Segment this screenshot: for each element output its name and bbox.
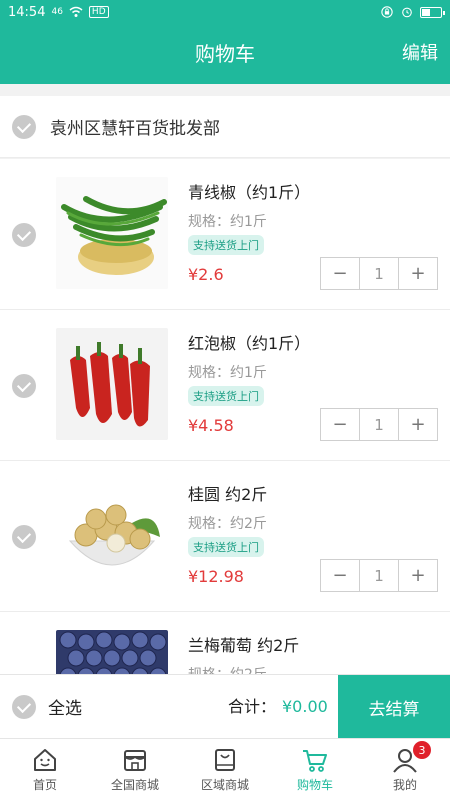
store-icon	[124, 750, 146, 771]
home-icon	[34, 749, 56, 771]
quantity-stepper: − 1 +	[320, 559, 438, 592]
product-image[interactable]	[56, 630, 168, 674]
shop-header: 袁州区慧轩百货批发部	[0, 96, 450, 158]
delivery-tag: 支持送货上门	[188, 386, 264, 406]
total-label: 合计：	[228, 697, 277, 716]
cart-list[interactable]: 青线椒（约1斤） 规格：约1斤 支持送货上门 ¥2.6 − 1 + 红泡椒（约1…	[0, 159, 450, 674]
item-select-checkbox[interactable]	[12, 374, 36, 398]
bottom-tab-bar: 首页 全国商城 区域商城 购物车 我的 3	[0, 738, 450, 800]
product-price: ¥12.98	[188, 567, 244, 586]
increase-button[interactable]: +	[399, 258, 437, 289]
tab-label: 我的	[392, 778, 417, 792]
delivery-tag: 支持送货上门	[188, 235, 264, 255]
tab-home[interactable]: 首页	[0, 739, 90, 800]
decrease-button[interactable]: −	[321, 560, 359, 591]
delivery-tag: 支持送货上门	[188, 537, 264, 557]
shop-name: 袁州区慧轩百货批发部	[50, 119, 220, 139]
cart-item: 兰梅葡萄 约2斤 规格：约2斤	[0, 612, 450, 674]
quantity-value[interactable]: 1	[359, 258, 399, 289]
signal-icon: 46	[51, 7, 63, 17]
total-value: ¥0.00	[282, 697, 328, 716]
quantity-stepper: − 1 +	[320, 408, 438, 441]
quantity-value[interactable]: 1	[359, 409, 399, 440]
product-image[interactable]	[56, 177, 168, 289]
edit-button[interactable]: 编辑	[402, 24, 438, 84]
notification-badge: 3	[413, 741, 431, 759]
decrease-button[interactable]: −	[321, 258, 359, 289]
tab-label: 购物车	[296, 778, 333, 792]
product-spec: 规格：约2斤	[188, 516, 267, 532]
lock-rotate-icon	[381, 6, 393, 18]
battery-icon	[420, 6, 445, 18]
item-select-checkbox[interactable]	[12, 223, 36, 247]
product-spec: 规格：约1斤	[188, 365, 267, 381]
cart-item: 青线椒（约1斤） 规格：约1斤 支持送货上门 ¥2.6 − 1 +	[0, 159, 450, 310]
product-image[interactable]	[56, 328, 168, 440]
product-name[interactable]: 红泡椒（约1斤）	[188, 330, 310, 354]
decrease-button[interactable]: −	[321, 409, 359, 440]
product-name[interactable]: 青线椒（约1斤）	[188, 179, 310, 203]
product-name[interactable]: 兰梅葡萄 约2斤	[188, 632, 299, 656]
select-all-checkbox[interactable]	[12, 694, 36, 719]
tab-mine[interactable]: 我的 3	[360, 739, 450, 800]
quantity-value[interactable]: 1	[359, 560, 399, 591]
checkout-button[interactable]: 去结算	[338, 675, 450, 739]
status-bar: 14:54 46 HD	[0, 0, 450, 24]
tab-label: 首页	[32, 778, 57, 792]
product-spec: 规格：约1斤	[188, 214, 267, 230]
product-spec: 规格：约2斤	[188, 664, 267, 674]
page-title: 购物车	[195, 42, 255, 66]
item-select-checkbox[interactable]	[12, 525, 36, 549]
network-label: HD	[88, 6, 109, 18]
tab-label: 全国商城	[110, 778, 159, 792]
tab-regional-mall[interactable]: 区域商城	[180, 739, 270, 800]
app-header: 购物车 编辑	[0, 24, 450, 84]
product-name[interactable]: 桂圆 约2斤	[188, 481, 267, 505]
cart-item: 红泡椒（约1斤） 规格：约1斤 支持送货上门 ¥4.58 − 1 +	[0, 310, 450, 461]
select-all-label[interactable]: 全选	[48, 694, 82, 719]
increase-button[interactable]: +	[399, 560, 437, 591]
product-price: ¥2.6	[188, 265, 224, 284]
wifi-icon	[69, 6, 83, 17]
cart-icon	[303, 750, 327, 772]
product-price: ¥4.58	[188, 416, 234, 435]
status-time: 14:54	[8, 4, 46, 20]
increase-button[interactable]: +	[399, 409, 437, 440]
bag-icon	[215, 749, 235, 771]
tab-national-mall[interactable]: 全国商城	[90, 739, 180, 800]
product-image[interactable]	[56, 479, 168, 591]
tab-cart[interactable]: 购物车	[270, 739, 360, 800]
quantity-stepper: − 1 +	[320, 257, 438, 290]
shop-select-checkbox[interactable]	[12, 114, 36, 139]
checkout-bar: 全选 合计： ¥0.00 去结算	[0, 674, 450, 739]
alarm-icon	[402, 7, 412, 18]
tab-label: 区域商城	[200, 778, 249, 792]
cart-item: 桂圆 约2斤 规格：约2斤 支持送货上门 ¥12.98 − 1 +	[0, 461, 450, 612]
